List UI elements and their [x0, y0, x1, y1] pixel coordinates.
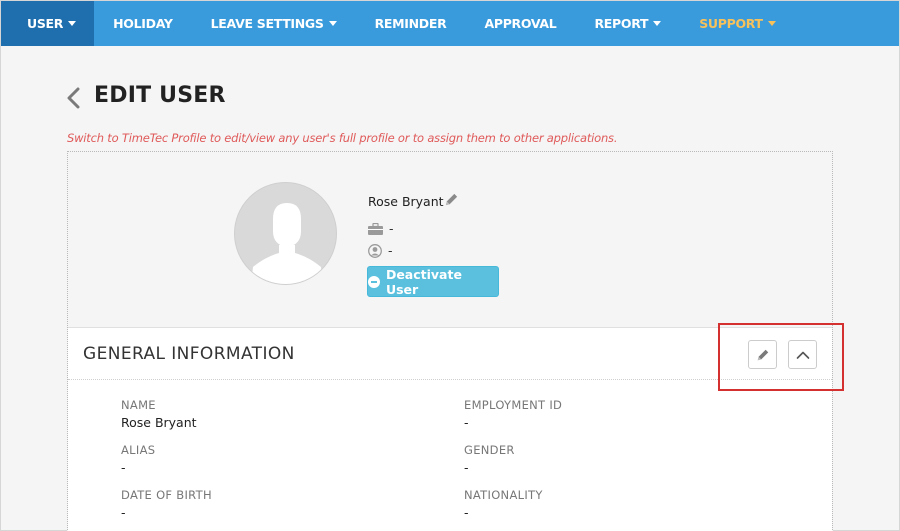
- field-value: Rose Bryant: [121, 415, 197, 430]
- user-silhouette-icon: [251, 203, 323, 284]
- nav-report[interactable]: REPORT: [575, 1, 680, 46]
- field-alias: ALIAS -: [121, 443, 155, 475]
- field-gender: GENDER -: [464, 443, 515, 475]
- field-date-of-birth: DATE OF BIRTH -: [121, 488, 212, 520]
- nav-leave-settings-label: LEAVE SETTINGS: [210, 16, 324, 31]
- job-title-value: -: [389, 221, 394, 236]
- user-card: Rose Bryant - - Deactivate User GENERAL …: [67, 151, 833, 531]
- section-header: GENERAL INFORMATION: [68, 328, 832, 380]
- field-value: -: [464, 415, 469, 430]
- chevron-down-icon: [767, 21, 776, 26]
- edit-name-pencil-icon[interactable]: [444, 192, 459, 207]
- nav-holiday-label: HOLIDAY: [113, 16, 173, 31]
- field-label: NATIONALITY: [464, 488, 543, 502]
- chevron-up-icon: [796, 351, 809, 359]
- nav-approval-label: APPROVAL: [484, 16, 557, 31]
- minus-circle-icon: [368, 275, 380, 288]
- field-value: -: [121, 460, 126, 475]
- field-value: -: [121, 505, 126, 520]
- back-chevron-icon[interactable]: [65, 87, 81, 109]
- field-value: -: [464, 505, 469, 520]
- nav-user-label: USER: [27, 16, 64, 31]
- nav-support-label: SUPPORT: [699, 16, 763, 31]
- nav-reminder-label: REMINDER: [374, 16, 447, 31]
- chevron-down-icon: [653, 21, 662, 26]
- chevron-down-icon: [328, 21, 337, 26]
- user-name: Rose Bryant: [368, 194, 444, 209]
- nav-user[interactable]: USER: [1, 1, 95, 46]
- field-label: EMPLOYMENT ID: [464, 398, 563, 412]
- field-label: DATE OF BIRTH: [121, 488, 212, 502]
- job-title-row: -: [368, 221, 394, 236]
- top-navbar: USER HOLIDAY LEAVE SETTINGS REMINDER APP…: [1, 1, 899, 46]
- avatar: [234, 182, 337, 285]
- field-label: NAME: [121, 398, 156, 412]
- pencil-icon: [757, 349, 768, 360]
- nav-report-label: REPORT: [594, 16, 649, 31]
- deactivate-user-label: Deactivate User: [385, 266, 462, 297]
- nav-holiday[interactable]: HOLIDAY: [94, 1, 192, 46]
- nav-support[interactable]: SUPPORT: [680, 1, 795, 46]
- profile-notice: Switch to TimeTec Profile to edit/view a…: [67, 131, 618, 145]
- general-information-section: GENERAL INFORMATION NAME Rose Bryant EMP…: [68, 327, 832, 531]
- edit-section-button[interactable]: [748, 340, 777, 369]
- nav-approval[interactable]: APPROVAL: [465, 1, 575, 46]
- role-value: -: [388, 243, 393, 258]
- section-title: GENERAL INFORMATION: [83, 344, 295, 364]
- field-nationality: NATIONALITY -: [464, 488, 543, 520]
- field-name: NAME Rose Bryant: [121, 398, 197, 430]
- user-circle-icon: [368, 243, 382, 258]
- field-label: ALIAS: [121, 443, 156, 457]
- field-employment-id: EMPLOYMENT ID -: [464, 398, 562, 430]
- role-row: -: [368, 243, 393, 258]
- deactivate-user-button[interactable]: Deactivate User: [367, 266, 499, 297]
- collapse-section-button[interactable]: [788, 340, 817, 369]
- nav-reminder[interactable]: REMINDER: [356, 1, 466, 46]
- page-title: EDIT USER: [94, 83, 226, 108]
- nav-leave-settings[interactable]: LEAVE SETTINGS: [192, 1, 356, 46]
- chevron-down-icon: [68, 21, 77, 26]
- field-value: -: [464, 460, 469, 475]
- briefcase-icon: [368, 222, 383, 235]
- field-label: GENDER: [464, 443, 515, 457]
